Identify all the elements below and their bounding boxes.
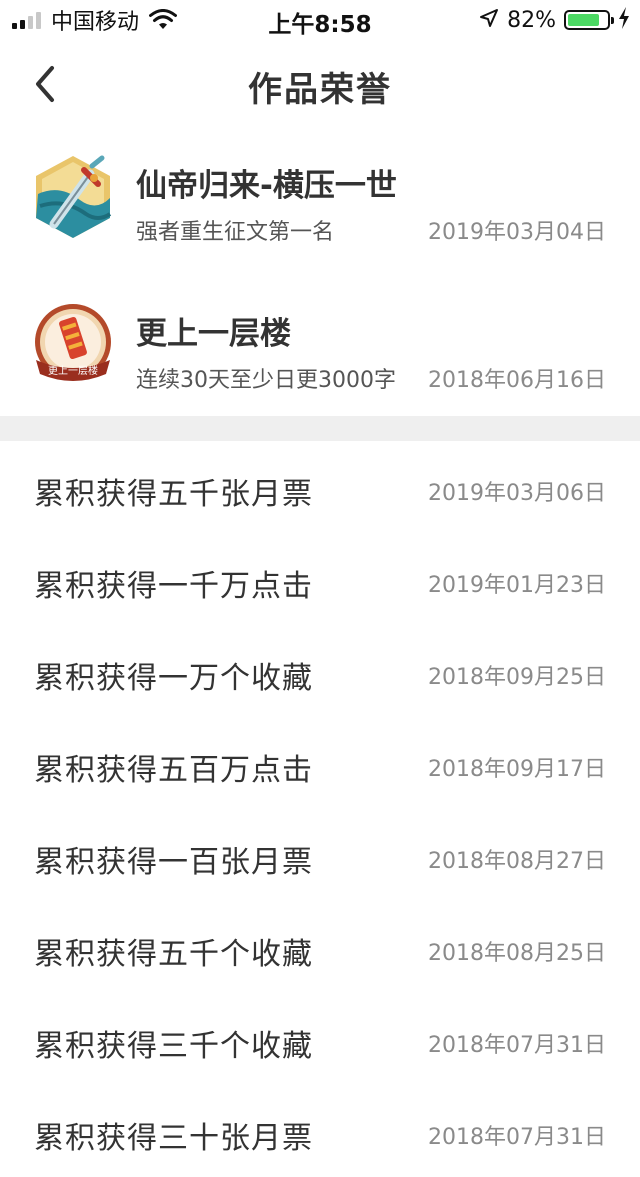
achievement-title: 累积获得一百张月票	[34, 845, 313, 880]
achievement-date: 2018年07月31日	[428, 1125, 606, 1150]
achievement-date: 2018年09月17日	[428, 757, 606, 782]
status-right: 82%	[479, 6, 630, 34]
page-title: 作品荣誉	[248, 70, 392, 110]
honor-name: 仙帝归来-横压一世	[136, 168, 397, 204]
tower-medal-icon: 更上一层楼	[30, 302, 116, 388]
location-arrow-icon	[479, 8, 499, 32]
honor-name: 更上一层楼	[136, 316, 291, 352]
medal-label: 更上一层楼	[48, 364, 98, 377]
battery-percent: 82%	[507, 7, 556, 33]
list-item[interactable]: 累积获得三十张月票 2018年07月31日	[0, 1085, 640, 1177]
battery-level	[568, 14, 599, 26]
achievement-title: 累积获得一万个收藏	[34, 661, 313, 696]
achievement-title: 累积获得五千张月票	[34, 477, 313, 512]
section-divider	[0, 416, 640, 441]
list-item[interactable]: 累积获得一千万点击 2019年01月23日	[0, 533, 640, 625]
achievement-date: 2018年08月25日	[428, 941, 606, 966]
list-item[interactable]: 累积获得一百张月票 2018年08月27日	[0, 809, 640, 901]
honor-desc: 连续30天至少日更3000字	[136, 368, 396, 393]
status-bar: 中国移动 上午8:58 82%	[0, 0, 640, 40]
achievement-date: 2018年08月27日	[428, 849, 606, 874]
battery-icon	[564, 10, 614, 30]
list-item[interactable]: 累积获得五百万点击 2018年09月17日	[0, 717, 640, 809]
achievement-title: 累积获得三千个收藏	[34, 1029, 313, 1064]
nav-bar: 作品荣誉	[0, 40, 640, 128]
list-item[interactable]: 累积获得五千张月票 2019年03月06日	[0, 441, 640, 533]
achievement-title: 累积获得五百万点击	[34, 753, 313, 788]
honor-date: 2018年06月16日	[428, 368, 606, 393]
list-item[interactable]: 累积获得五千个收藏 2018年08月25日	[0, 901, 640, 993]
charging-bolt-icon	[618, 7, 630, 33]
honor-item[interactable]: 更上一层楼 更上一层楼 连续30天至少日更3000字 2018年06月16日	[0, 288, 640, 416]
list-item[interactable]: 累积获得三千个收藏 2018年07月31日	[0, 993, 640, 1085]
honor-date: 2019年03月04日	[428, 220, 606, 245]
achievement-date: 2019年01月23日	[428, 573, 606, 598]
achievement-title: 累积获得五千个收藏	[34, 937, 313, 972]
achievement-title: 累积获得一千万点击	[34, 569, 313, 604]
honor-item[interactable]: 仙帝归来-横压一世 强者重生征文第一名 2019年03月04日	[0, 140, 640, 268]
achievement-date: 2019年03月06日	[428, 481, 606, 506]
achievement-list: 累积获得五千张月票 2019年03月06日 累积获得一千万点击 2019年01月…	[0, 441, 640, 1177]
achievement-date: 2018年07月31日	[428, 1033, 606, 1058]
honor-desc: 强者重生征文第一名	[136, 220, 335, 245]
list-item[interactable]: 累积获得一万个收藏 2018年09月25日	[0, 625, 640, 717]
achievement-date: 2018年09月25日	[428, 665, 606, 690]
achievement-title: 累积获得三十张月票	[34, 1121, 313, 1156]
sword-badge-icon	[30, 154, 116, 240]
